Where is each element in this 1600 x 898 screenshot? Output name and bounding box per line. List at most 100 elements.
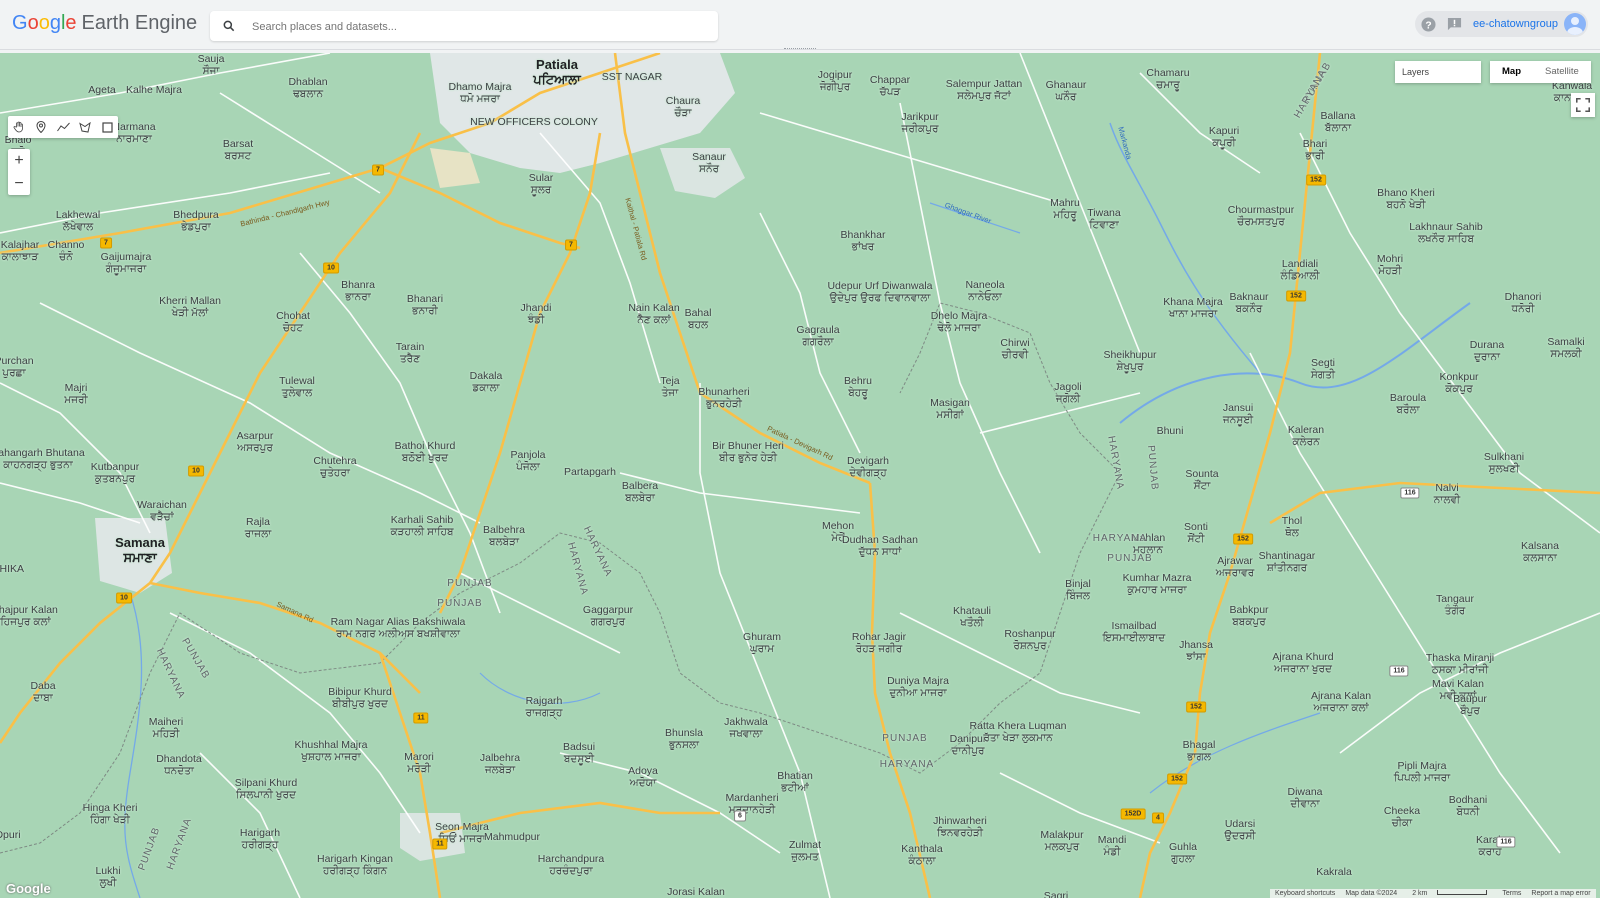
place-native-name: ਦੁਰਾਨਾ [1473, 351, 1501, 363]
place-label: Teja ਤੇਜਾ [660, 375, 679, 399]
road-shield: 152 [1233, 533, 1253, 545]
keyboard-shortcuts-link[interactable]: Keyboard shortcuts [1275, 890, 1335, 897]
fullscreen-button[interactable] [1571, 93, 1595, 117]
place-native-name: ਭਟੀਆਂ [781, 782, 809, 794]
road-shield: 152 [1286, 290, 1306, 302]
place-label: Chappar ਚੱਪੜ [870, 74, 910, 98]
draw-polygon-icon[interactable] [74, 116, 96, 138]
place-label: Jagoli ਜਗੋਲੀ [1054, 381, 1081, 405]
place-label: Kalhe Majra [126, 84, 182, 96]
road-shield: 4 [1152, 812, 1164, 824]
place-label: CHIKA [0, 563, 24, 575]
place-native-name: ਭੇਡਪੁਰਾ [181, 221, 211, 233]
place-label: Kanthala ਕੰਠਾਲਾ [901, 843, 942, 867]
avatar[interactable] [1564, 13, 1586, 35]
place-native-name: ਚੌਰਮਸਤਪੁਰ [1237, 216, 1285, 228]
place-native-name: ਪਟਿਆਲਾ [533, 72, 581, 87]
place-native-name: ਜਨਸੂਈ [1222, 414, 1254, 426]
place-native-name: ਨਾਲਵੀ [1433, 494, 1461, 506]
place-native-name: ਕੁਤਬਨਪੁਰ [94, 473, 136, 485]
place-native-name: ਢੇਲੋ ਮਾਜਰਾ [937, 322, 981, 334]
place-label: Nain Kalan ਨੈਣ ਕਲਾਂ [628, 302, 679, 326]
place-name: Durana [1469, 339, 1505, 351]
place-name: Udepur Urf Diwanwala [827, 280, 933, 292]
search-box[interactable] [210, 11, 718, 41]
earth-engine-logo[interactable]: Google Earth Engine [12, 12, 197, 35]
map-attribution: Keyboard shortcuts Map data ©2024 2 km T… [1270, 889, 1596, 898]
place-native-name: ਸੂਲਰ [530, 184, 552, 196]
place-name: Harchandpura [537, 853, 605, 865]
layers-control[interactable]: Layers [1395, 61, 1481, 83]
place-name: Adoya [628, 765, 658, 777]
place-label: Khatauli ਖਤੌਲੀ [953, 605, 991, 629]
state-label: PUNJAB [437, 598, 483, 609]
place-name: Dudhan Sadhan [842, 534, 918, 546]
place-name: Guhla [1168, 841, 1198, 853]
place-name: Ballana [1320, 110, 1356, 122]
place-label: Chohat ਚੋਹਟ [276, 310, 310, 334]
place-label: Lukhi ਲੁਖੀ [95, 865, 120, 889]
place-native-name: ਸਮਾਣਾ [123, 550, 157, 565]
place-name: Bhedpura [173, 209, 219, 221]
place-name: Ageta [88, 84, 116, 96]
place-label: Kherri Mallan ਖੇੜੀ ਮੱਲਾਂ [159, 295, 221, 319]
place-native-name: ਨਾਰਮਾਣਾ [116, 133, 152, 145]
place-name: Naneola [965, 279, 1005, 291]
place-name: Segti [1311, 357, 1335, 369]
place-name: Bhatian [777, 770, 813, 782]
place-name: Bhanra [341, 279, 375, 291]
place-native-name: ਦੇਵੀਗੜ੍ਹ [849, 467, 887, 479]
place-native-name: ਜਗੋਲੀ [1055, 393, 1081, 405]
place-name: Jhinwarheri [933, 815, 987, 827]
zoom-in-button[interactable]: + [8, 149, 30, 172]
place-name: Salempur Jattan [945, 78, 1023, 90]
road-shield: 116 [1496, 836, 1516, 848]
draw-line-icon[interactable] [52, 116, 74, 138]
place-label: Bathoi Khurd ਬਠੋਈ ਖੁਰਦ [395, 440, 456, 464]
place-native-name: ਕਲਸਾਨਾ [1523, 552, 1557, 564]
pan-hand-icon[interactable] [8, 116, 30, 138]
map-data-credit: Map data ©2024 [1345, 890, 1398, 897]
terms-link[interactable]: Terms [1502, 890, 1521, 897]
place-name: Teja [660, 375, 680, 387]
place-label: Samana ਸਮਾਣਾ [115, 535, 165, 565]
place-native-name: ਭਾਨਰਾ [345, 291, 371, 303]
search-input[interactable] [250, 16, 704, 38]
place-native-name: ਡਕਾਲਾ [472, 382, 500, 394]
place-label: Sauja ਸੌਜਾ [198, 53, 225, 77]
place-label: Jakhwala ਜਖਵਾਲਾ [724, 716, 768, 740]
place-native-name: ਬੋਧਨੀ [1456, 806, 1480, 818]
draw-rectangle-icon[interactable] [96, 116, 118, 138]
place-native-name: ਮੋਹੜੀ [1378, 265, 1402, 277]
place-label: Kahangarh Bhutana ਕਾਹਨਗੜ੍ਹ ਭੁਤਨਾ [0, 447, 85, 471]
place-label: Dhamo Majra ਧਮੋ ਮਜਰਾ [448, 81, 511, 105]
place-label: Rajla ਰਾਜਲਾ [245, 516, 271, 540]
user-account-name[interactable]: ee-chatowngroup [1473, 18, 1558, 30]
map-type-map-button[interactable]: Map [1490, 61, 1533, 83]
place-name: Silpani Khurd [234, 777, 298, 789]
place-label: Dhandota ਧਨਦੋਤਾ [156, 753, 202, 777]
place-label: Bhatian ਭਟੀਆਂ [777, 770, 813, 794]
report-map-error-link[interactable]: Report a map error [1531, 890, 1590, 897]
place-label: Adoya ਅਦੋਯਾ [628, 765, 658, 789]
place-label: Bahal ਬਹਲ [685, 307, 712, 331]
logo-letter: o [27, 12, 39, 34]
place-label: Salempur Jattan ਸਲੇਮਪੁਰ ਜੱਟਾਂ [946, 78, 1022, 102]
feedback-icon[interactable] [1447, 16, 1463, 32]
place-native-name: ਗੰਜੂਮਾਜਰਾ [105, 263, 147, 275]
map-type-satellite-button[interactable]: Satellite [1533, 61, 1591, 83]
place-name: Gagraula [796, 324, 840, 336]
help-icon[interactable]: ? [1421, 16, 1437, 32]
add-marker-icon[interactable] [30, 116, 52, 138]
logo-letter: G [12, 12, 28, 34]
place-name: Mehon [821, 520, 855, 532]
place-name: Ajrana Kalan [1310, 690, 1372, 702]
place-native-name: ਚੀਰਵੀ [1001, 349, 1029, 361]
map-canvas[interactable]: Patiala ਪਟਿਆਲਾ Sauja ਸੌਜਾ Dhablan ਢਬਲਾਨ Dhamo … [0, 53, 1600, 898]
place-label: Binjal ਬਿੰਜਲ [1065, 578, 1091, 602]
place-native-name: ਖਾਨਾ ਮਾਜਰਾ [1168, 308, 1218, 320]
zoom-out-button[interactable]: − [8, 172, 30, 195]
place-name: Jorasi Kalan [667, 886, 725, 898]
place-name: Ajrawar [1217, 555, 1253, 567]
place-native-name: ਬਬਕਪੁਰ [1232, 616, 1266, 628]
